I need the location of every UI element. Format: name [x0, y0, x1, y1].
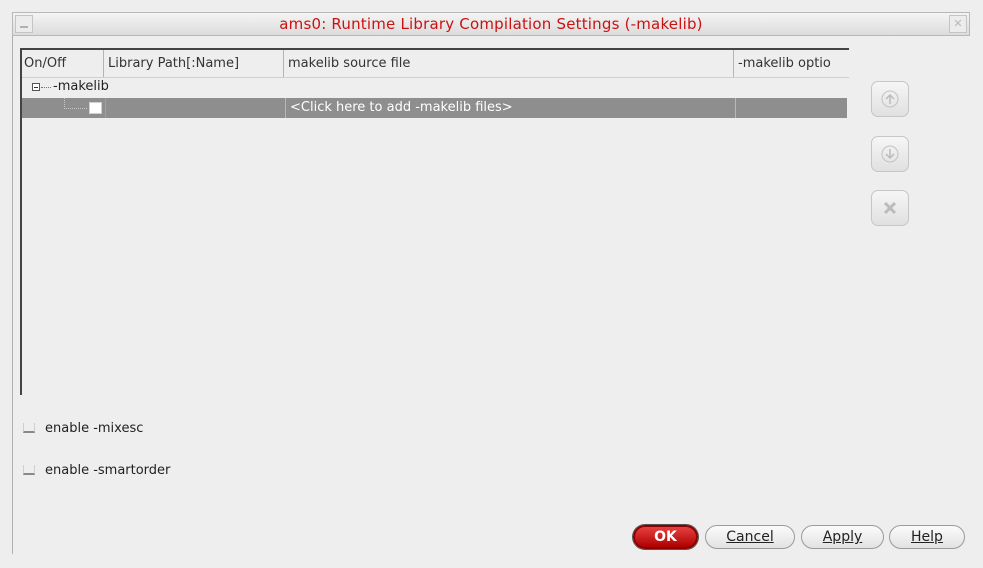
- makelib-table: On/Off Library Path[:Name] makelib sourc…: [20, 48, 849, 395]
- smartorder-checkbox[interactable]: [23, 465, 35, 475]
- column-header-makelib-options[interactable]: -makelib optio: [734, 50, 849, 77]
- smartorder-label: enable -smartorder: [45, 462, 171, 478]
- tree-node-label: -makelib: [53, 79, 109, 94]
- move-up-button[interactable]: [871, 81, 909, 117]
- option-enable-smartorder[interactable]: enable -smartorder: [23, 461, 170, 479]
- cell-makelib-options[interactable]: [736, 98, 847, 118]
- cell-library-path[interactable]: [106, 98, 286, 118]
- close-icon: ✕: [953, 17, 963, 30]
- add-makelib-row[interactable]: <Click here to add -makelib files>: [22, 98, 847, 118]
- column-header-source-file[interactable]: makelib source file: [284, 50, 734, 77]
- help-button[interactable]: Help: [889, 525, 965, 549]
- title-bar[interactable]: ams0: Runtime Library Compilation Settin…: [12, 12, 970, 36]
- row-enable-checkbox[interactable]: [89, 102, 102, 114]
- mixesc-label: enable -mixesc: [45, 420, 144, 436]
- mixesc-checkbox[interactable]: [23, 423, 35, 433]
- delete-button[interactable]: [871, 190, 909, 226]
- tree-connector: [41, 87, 51, 88]
- ok-button[interactable]: OK: [633, 525, 698, 549]
- x-mark-icon: [883, 201, 897, 215]
- window-title: ams0: Runtime Library Compilation Settin…: [279, 15, 703, 33]
- option-enable-mixesc[interactable]: enable -mixesc: [23, 419, 143, 437]
- dialog-window: ams0: Runtime Library Compilation Settin…: [0, 0, 983, 568]
- column-header-library-path[interactable]: Library Path[:Name]: [104, 50, 284, 77]
- add-makelib-files-prompt[interactable]: <Click here to add -makelib files>: [290, 100, 513, 115]
- table-header: On/Off Library Path[:Name] makelib sourc…: [22, 50, 849, 78]
- cancel-button[interactable]: Cancel: [705, 525, 795, 549]
- tree-node-makelib[interactable]: -makelib: [22, 78, 849, 96]
- arrow-down-icon: [881, 145, 899, 163]
- apply-button[interactable]: Apply: [801, 525, 884, 549]
- arrow-up-icon: [881, 90, 899, 108]
- move-down-button[interactable]: [871, 136, 909, 172]
- column-header-on-off[interactable]: On/Off: [22, 50, 104, 77]
- window-frame-left: [12, 36, 13, 554]
- tree-collapse-icon[interactable]: [32, 83, 40, 91]
- close-window-button[interactable]: ✕: [949, 15, 967, 33]
